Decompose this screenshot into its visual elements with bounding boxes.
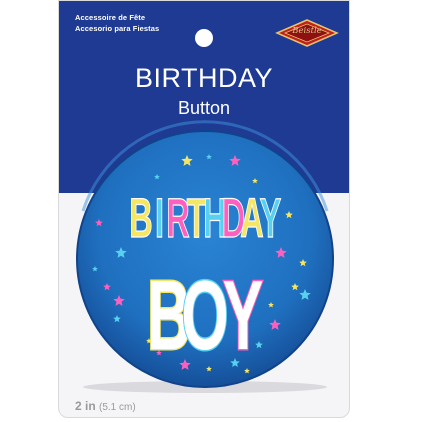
size-label: 2 in (5.1 cm): [75, 399, 136, 413]
boy-letter: O: [181, 261, 228, 370]
button-artwork: B I RTHDAY BOY: [76, 120, 334, 393]
button-line-boy: BOY: [146, 260, 265, 372]
package-card: Accessoire de Fête Accesorio para Fiesta…: [58, 0, 350, 418]
button-line-birthday: B I RTHDAY: [129, 186, 282, 249]
birthday-letter: B: [129, 187, 152, 249]
boy-letter: Y: [223, 261, 264, 370]
size-inches: 2 in: [75, 399, 96, 413]
birthday-letter: I: [155, 187, 164, 249]
product-image: Accessoire de Fête Accesorio para Fiesta…: [0, 0, 427, 422]
birthday-letter: Y: [260, 187, 282, 249]
size-metric: (5.1 cm): [99, 402, 136, 413]
